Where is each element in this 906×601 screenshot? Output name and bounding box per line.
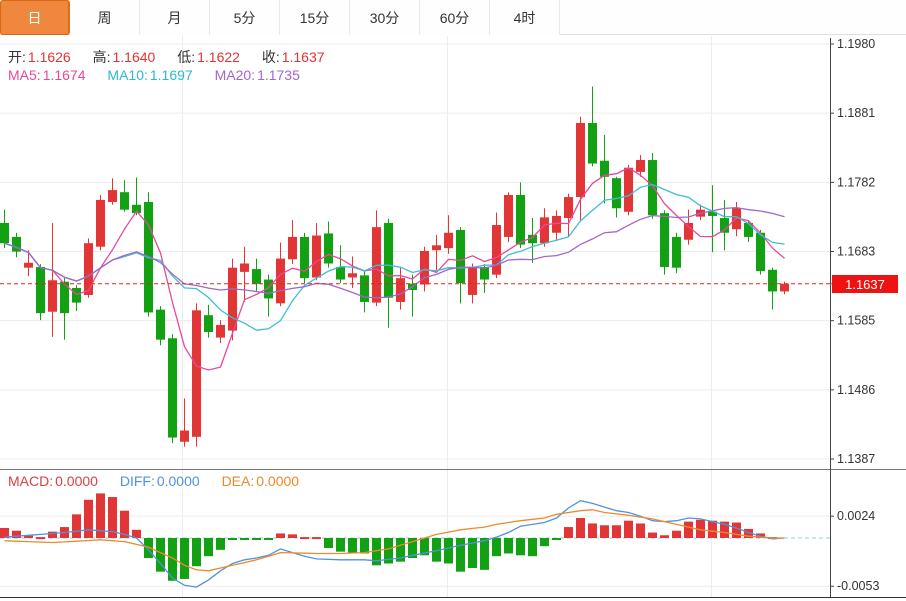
tab-day[interactable]: 日 <box>0 0 70 35</box>
ma-legend: MA5:1.1674 MA10:1.1697 MA20:1.1735 <box>8 67 302 83</box>
macd-histogram <box>0 493 777 580</box>
high-value: 1.1640 <box>113 49 156 65</box>
ma20-value: 1.1735 <box>257 67 300 83</box>
tab-30min[interactable]: 30分 <box>350 0 420 35</box>
macd-value: 0.0000 <box>55 473 98 489</box>
y-axis-label: 1.1881 <box>837 106 875 120</box>
ma5-value: 1.1674 <box>43 67 86 83</box>
tab-label: 60分 <box>440 8 470 28</box>
chart-svg: 1.1980 1.1881 1.1782 1.1683 1.1585 1.1486 1.13… <box>0 0 906 601</box>
dea-value: 0.0000 <box>256 473 299 489</box>
y-axis-label: 1.1486 <box>837 383 875 397</box>
tabbar-filler <box>560 0 906 34</box>
low-value: 1.1622 <box>197 49 240 65</box>
diff-value: 0.0000 <box>157 473 200 489</box>
ma5-label: MA5: <box>8 67 41 83</box>
tab-4hour[interactable]: 4时 <box>490 0 560 35</box>
tab-month[interactable]: 月 <box>140 0 210 35</box>
open-value: 1.1626 <box>28 49 71 65</box>
current-price-tag: 1.1637 <box>832 275 898 293</box>
y-axis-label: 1.1585 <box>837 314 875 328</box>
tab-15min[interactable]: 15分 <box>280 0 350 35</box>
y-axis-label: 0.0024 <box>837 509 875 523</box>
diff-label: DIFF: <box>120 473 155 489</box>
tab-60min[interactable]: 60分 <box>420 0 490 35</box>
high-label: 高: <box>93 49 111 65</box>
current-price-value: 1.1637 <box>845 277 885 292</box>
macd-label: MACD: <box>8 473 53 489</box>
candlestick-chart[interactable]: 1.1980 1.1881 1.1782 1.1683 1.1585 1.1486 1.13… <box>0 0 906 601</box>
ma20-label: MA20: <box>215 67 255 83</box>
y-axis-label: 1.1387 <box>837 452 875 466</box>
tab-label: 30分 <box>370 8 400 28</box>
ma10-label: MA10: <box>107 67 147 83</box>
macd-legend: MACD:0.0000 DIFF:0.0000 DEA:0.0000 <box>8 473 301 489</box>
open-label: 开: <box>8 49 26 65</box>
timeframe-tab-bar: 日 周 月 5分 15分 30分 60分 4时 <box>0 0 906 35</box>
y-axis-label: -0.0053 <box>837 579 879 593</box>
tab-label: 月 <box>168 8 182 28</box>
y-axis-labels: 1.1980 1.1881 1.1782 1.1683 1.1585 1.1486 1.13… <box>830 37 879 593</box>
dea-label: DEA: <box>222 473 255 489</box>
close-label: 收: <box>262 49 280 65</box>
close-value: 1.1637 <box>282 49 325 65</box>
y-axis-label: 1.1782 <box>837 175 875 189</box>
tab-label: 15分 <box>300 8 330 28</box>
tab-label: 4时 <box>514 8 536 28</box>
trading-chart-page: { "tabs": { "items": [ {"label": "日", "a… <box>0 0 906 601</box>
tab-label: 5分 <box>234 8 256 28</box>
tab-label: 周 <box>98 8 112 28</box>
tab-week[interactable]: 周 <box>70 0 140 35</box>
y-axis-label: 1.1980 <box>837 37 875 51</box>
ma10-value: 1.1697 <box>150 67 193 83</box>
tab-5min[interactable]: 5分 <box>210 0 280 35</box>
y-axis-label: 1.1683 <box>837 245 875 259</box>
low-label: 低: <box>177 49 195 65</box>
ohlc-legend: 开:1.1626 高:1.1640 低:1.1622 收:1.1637 <box>8 47 327 67</box>
tab-label: 日 <box>28 8 42 28</box>
